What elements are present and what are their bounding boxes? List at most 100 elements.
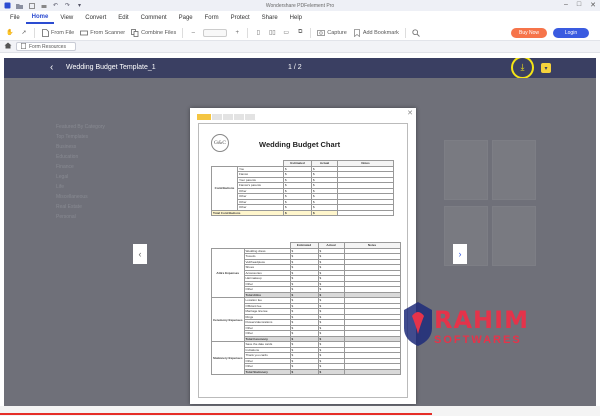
watermark: RAHIM SOFTWARES (400, 300, 550, 360)
list-item: Life (56, 184, 65, 190)
toolbar-divider (34, 27, 35, 38)
download-button[interactable]: ⤓ (511, 58, 534, 79)
back-chevron-icon[interactable]: ‹ (50, 62, 53, 73)
file-add-icon (41, 28, 49, 37)
two-page-icon: ▯▯ (268, 30, 276, 36)
combine-files-button[interactable]: Combine Files (131, 28, 176, 37)
camera-icon (317, 29, 326, 37)
list-item: Real Estate (56, 204, 82, 210)
login-button[interactable]: Login (553, 28, 589, 38)
chevron-down-icon: ▾ (544, 65, 548, 72)
home-icon[interactable] (4, 42, 12, 51)
viewer-header: ‹ Wedding Budget Template_1 1 / 2 ⤓ ▾ (4, 58, 596, 79)
list-item: Legal (56, 174, 69, 180)
minimize-icon[interactable]: – (564, 1, 568, 9)
search-button[interactable] (412, 28, 420, 37)
next-page-button[interactable]: › (453, 244, 467, 264)
preview-tab-5[interactable] (245, 114, 255, 120)
video-progress-fill (0, 413, 432, 415)
toolbar-divider (310, 27, 312, 38)
row-label: Total Contributions (211, 209, 284, 216)
preview-tab-4[interactable] (234, 114, 244, 120)
list-item: Miscellaneous (56, 194, 88, 200)
menu-bar: File Home View Convert Edit Comment Page… (0, 11, 600, 25)
page-view-icon: ▯ (256, 30, 260, 36)
plus-icon: + (235, 29, 239, 36)
menu-share[interactable]: Share (256, 12, 284, 24)
fit-page-view[interactable]: ⧉ (296, 29, 304, 37)
menu-edit[interactable]: Edit (112, 12, 134, 24)
page-indicator: 1 / 2 (288, 64, 302, 71)
buy-now-button[interactable]: Buy Now (511, 28, 547, 38)
fit-width-view[interactable]: ▭ (282, 29, 290, 37)
scanner-icon (80, 29, 89, 37)
zoom-out-button[interactable]: – (189, 29, 197, 37)
preview-tab-3[interactable] (223, 114, 233, 120)
list-item: Business (56, 144, 77, 150)
menu-help[interactable]: Help (284, 12, 308, 24)
cell-value: $ (311, 209, 338, 216)
tab-label: Form Resources (29, 43, 66, 50)
preview-page-tabs (197, 114, 255, 120)
document-sheet: G&C Wedding Budget Chart Estimated Actua… (198, 123, 408, 398)
fit-width-icon: ▭ (283, 30, 290, 36)
toolbar-divider (404, 27, 406, 38)
list-item: Personal (56, 214, 76, 220)
section-label: Contributions (211, 165, 238, 211)
thumbnail (492, 206, 536, 266)
background-category-list: Featured By Category Top Templates Busin… (56, 122, 105, 222)
menu-page[interactable]: Page (173, 12, 199, 24)
home-toolbar: ✋ ➚ From File From Scanner Combine Files… (0, 25, 600, 41)
tab-form-resources[interactable]: Form Resources (16, 42, 76, 51)
select-tool[interactable]: ➚ (20, 29, 28, 37)
capture-label: Capture (327, 29, 347, 36)
two-page-view[interactable]: ▯▯ (268, 29, 276, 37)
fit-page-icon: ⧉ (298, 29, 303, 35)
menu-file[interactable]: File (4, 12, 26, 24)
preview-tab-2[interactable] (212, 114, 222, 120)
menu-comment[interactable]: Comment (135, 12, 173, 24)
from-file-button[interactable]: From File (41, 28, 74, 37)
capture-button[interactable]: Capture (317, 29, 347, 37)
document-tab-bar: Form Resources (0, 41, 600, 53)
toolbar-divider (247, 27, 249, 38)
toolbar-divider (182, 27, 184, 38)
section-label: Ceremony Expenses (211, 297, 245, 342)
hand-icon: ✋ (6, 30, 14, 36)
title-bar: ↶ ↷ ▾ Wondershare PDFelement Pro – □ ✕ (0, 0, 600, 11)
list-item: Education (56, 154, 79, 160)
row-label: Total Stationery (243, 368, 291, 375)
template-menu-button[interactable]: ▾ (541, 63, 551, 73)
bookmark-icon (353, 28, 361, 37)
hand-tool[interactable]: ✋ (6, 29, 14, 37)
from-scanner-button[interactable]: From Scanner (80, 29, 125, 37)
menu-protect[interactable]: Protect (225, 12, 256, 24)
template-preview: ✕ G&C Wedding Budget Chart Estimated Act… (190, 108, 416, 404)
preview-tab-1[interactable] (197, 114, 211, 120)
window-controls: – □ ✕ (564, 1, 596, 9)
zoom-level-input[interactable] (203, 28, 228, 37)
chevron-left-icon: ‹ (138, 249, 142, 259)
expenses-table: Estimated Actual Notes Attire Expenses We… (211, 242, 401, 375)
menu-view[interactable]: View (54, 12, 79, 24)
maximize-icon[interactable]: □ (577, 1, 581, 9)
thumbnail (444, 140, 488, 200)
minus-icon: – (191, 29, 195, 36)
single-page-view[interactable]: ▯ (254, 29, 262, 37)
zoom-in-button[interactable]: + (233, 29, 241, 37)
document-icon (21, 42, 27, 51)
template-title: Wedding Budget Template_1 (66, 64, 156, 71)
add-bookmark-label: Add Bookmark (362, 29, 399, 36)
chevron-right-icon: › (458, 249, 462, 259)
add-bookmark-button[interactable]: Add Bookmark (353, 28, 399, 37)
watermark-text-primary: RAHIM (434, 306, 529, 334)
menu-convert[interactable]: Convert (79, 12, 112, 24)
previous-page-button[interactable]: ‹ (133, 244, 147, 264)
close-icon[interactable]: ✕ (590, 1, 596, 9)
cell-value: $ (289, 368, 319, 375)
close-icon[interactable]: ✕ (407, 109, 413, 117)
menu-home[interactable]: Home (25, 12, 55, 24)
menu-form[interactable]: Form (199, 12, 225, 24)
total-row: Total Contributions $ $ (211, 209, 394, 216)
section-label: Attire Expenses (211, 247, 245, 298)
